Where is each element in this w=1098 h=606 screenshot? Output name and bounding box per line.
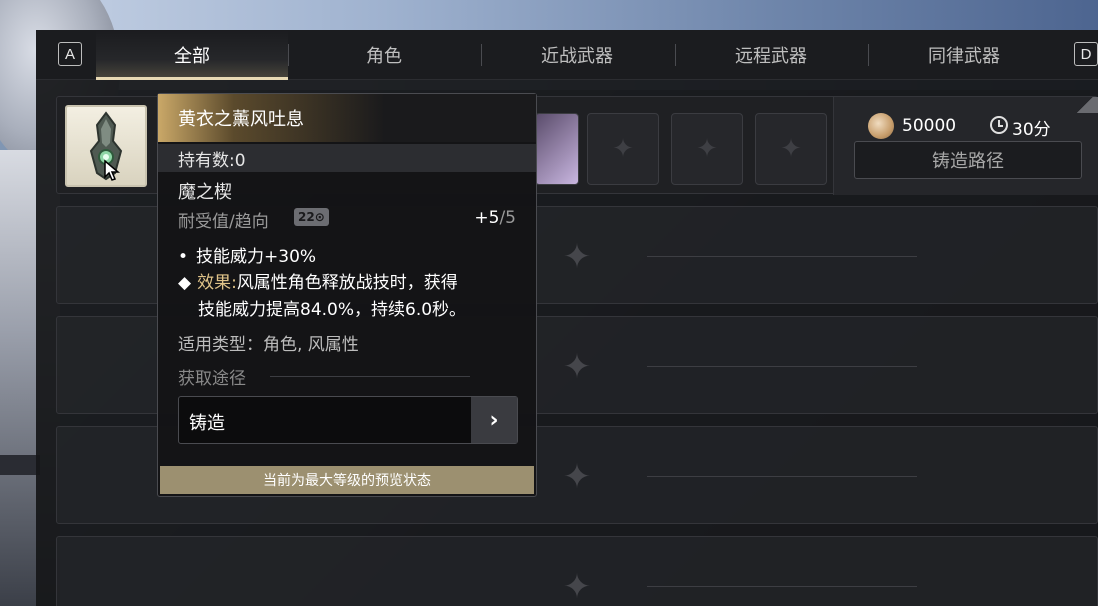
background-character-band (0, 455, 40, 475)
effect-description: ◆ 效果:风属性角色释放战技时，获得 技能威力提高84.0%，持续6.0秒。 (178, 270, 518, 324)
material-slot-empty[interactable]: ✦ (671, 113, 743, 185)
durability-value: +5/5 (474, 208, 516, 228)
forge-path-button[interactable]: 铸造路径 (854, 141, 1082, 179)
tab-ranged-weapons[interactable]: 远程武器 (675, 30, 867, 80)
durability-badge: 22⊙ (294, 208, 329, 226)
item-tooltip: 黄衣之薰风吐息 持有数:0 魔之楔 耐受值/趋向 22⊙ +5/5 • 技能威力+… (157, 93, 537, 497)
row-divider (647, 256, 917, 257)
bullet-icon: • (178, 247, 189, 267)
effect-text-continued: 技能威力提高84.0%，持续6.0秒。 (198, 300, 467, 320)
durability-current: +5 (474, 208, 500, 228)
tab-character[interactable]: 角色 (288, 30, 480, 80)
row-emblem-icon: ✦ (562, 567, 592, 606)
coin-icon (868, 113, 894, 139)
diamond-icon: ◆ (178, 273, 192, 293)
durability-max: /5 (499, 208, 516, 228)
tab-sync-weapons[interactable]: 同律武器 (868, 30, 1060, 80)
effect-text: 风属性角色释放战技时，获得 (236, 273, 458, 293)
stat-text: 技能威力+30% (196, 247, 317, 267)
corner-badge (1071, 97, 1098, 113)
cost-value: 50000 (902, 116, 957, 136)
row-emblem-icon: ✦ (562, 237, 592, 277)
row-divider (647, 366, 917, 367)
time-value: 30分 (1012, 120, 1051, 140)
row-divider (647, 476, 917, 477)
key-hint-a[interactable]: A (58, 42, 82, 66)
effect-label: 效果: (197, 273, 237, 293)
chevron-right-icon[interactable]: › (471, 397, 517, 443)
tab-melee-weapons[interactable]: 近战武器 (481, 30, 673, 80)
row-emblem-icon: ✦ (562, 457, 592, 497)
material-slot-empty[interactable]: ✦ (587, 113, 659, 185)
row-divider (647, 586, 917, 587)
source-forge-button[interactable]: 铸造 › (178, 396, 518, 444)
tab-bar: A 全部 角色 近战武器 远程武器 同律武器 D (36, 30, 1098, 80)
applicable-types: 适用类型：角色, 风属性 (178, 335, 359, 355)
tooltip-title: 黄衣之薰风吐息 (158, 94, 536, 142)
mouse-cursor-icon (104, 159, 121, 181)
source-divider (270, 376, 470, 377)
key-hint-d[interactable]: D (1074, 42, 1098, 66)
preview-status-footer: 当前为最大等级的预览状态 (160, 466, 534, 494)
clock-icon (990, 116, 1008, 134)
durability-label: 耐受值/趋向 (178, 212, 269, 232)
row-emblem-icon: ✦ (562, 347, 592, 387)
source-forge-label: 铸造 (189, 413, 225, 434)
tab-all[interactable]: 全部 (96, 30, 288, 80)
source-label: 获取途径 (178, 369, 246, 389)
owned-count: 持有数:0 (158, 144, 536, 172)
stat-bullet: • 技能威力+30% (178, 242, 316, 267)
material-slot[interactable] (535, 113, 579, 185)
material-slot-empty[interactable]: ✦ (755, 113, 827, 185)
cost-area: 50000 30分 铸造路径 (833, 97, 1098, 195)
item-type-name: 魔之楔 (178, 182, 232, 203)
list-row[interactable]: ✦ (56, 536, 1098, 606)
